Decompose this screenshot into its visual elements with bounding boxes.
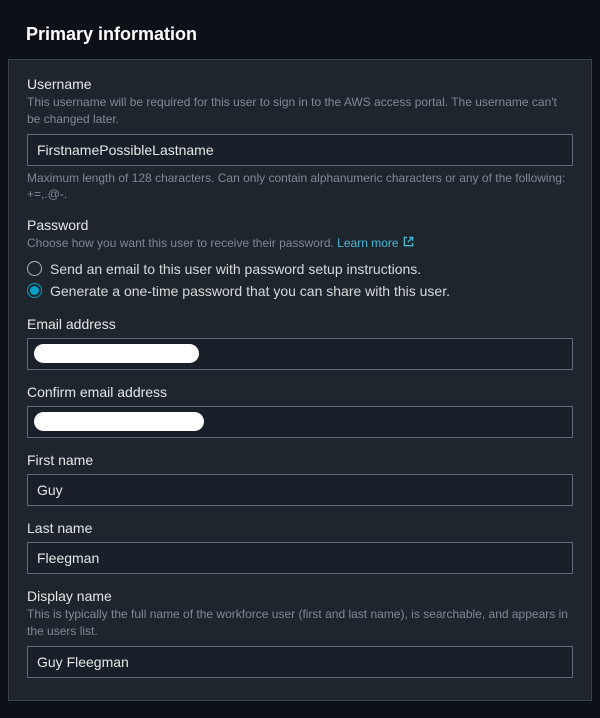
password-option-email-label: Send an email to this user with password…: [50, 261, 421, 277]
last-name-input[interactable]: [27, 542, 573, 574]
password-option-email[interactable]: Send an email to this user with password…: [27, 258, 573, 280]
email-field-group: Email address: [27, 316, 573, 370]
radio-icon-selected: [27, 283, 42, 298]
confirm-email-input[interactable]: [27, 406, 573, 438]
username-field-group: Username This username will be required …: [27, 76, 573, 203]
email-label: Email address: [27, 316, 573, 332]
redacted-value: [34, 344, 199, 363]
display-name-field-group: Display name This is typically the full …: [27, 588, 573, 678]
password-label: Password: [27, 217, 573, 233]
last-name-label: Last name: [27, 520, 573, 536]
external-link-icon: [403, 235, 414, 252]
password-radio-group: Send an email to this user with password…: [27, 258, 573, 302]
panel-body: Username This username will be required …: [8, 59, 592, 701]
panel-title: Primary information: [26, 24, 574, 45]
learn-more-link[interactable]: Learn more: [337, 235, 413, 252]
display-name-description: This is typically the full name of the w…: [27, 606, 573, 640]
display-name-input[interactable]: [27, 646, 573, 678]
email-input[interactable]: [27, 338, 573, 370]
redacted-value: [34, 412, 204, 431]
first-name-field-group: First name: [27, 452, 573, 506]
username-label: Username: [27, 76, 573, 92]
first-name-label: First name: [27, 452, 573, 468]
learn-more-text: Learn more: [337, 235, 398, 252]
username-help: Maximum length of 128 characters. Can on…: [27, 170, 573, 204]
confirm-email-field-group: Confirm email address: [27, 384, 573, 438]
username-input[interactable]: [27, 134, 573, 166]
password-field-group: Password Choose how you want this user t…: [27, 217, 573, 302]
username-description: This username will be required for this …: [27, 94, 573, 128]
password-option-generate[interactable]: Generate a one-time password that you ca…: [27, 280, 573, 302]
primary-info-panel: Primary information Username This userna…: [8, 8, 592, 701]
confirm-email-label: Confirm email address: [27, 384, 573, 400]
password-desc-text: Choose how you want this user to receive…: [27, 236, 334, 250]
display-name-label: Display name: [27, 588, 573, 604]
radio-icon: [27, 261, 42, 276]
last-name-field-group: Last name: [27, 520, 573, 574]
password-option-generate-label: Generate a one-time password that you ca…: [50, 283, 450, 299]
password-description: Choose how you want this user to receive…: [27, 235, 573, 252]
first-name-input[interactable]: [27, 474, 573, 506]
panel-header: Primary information: [8, 8, 592, 59]
